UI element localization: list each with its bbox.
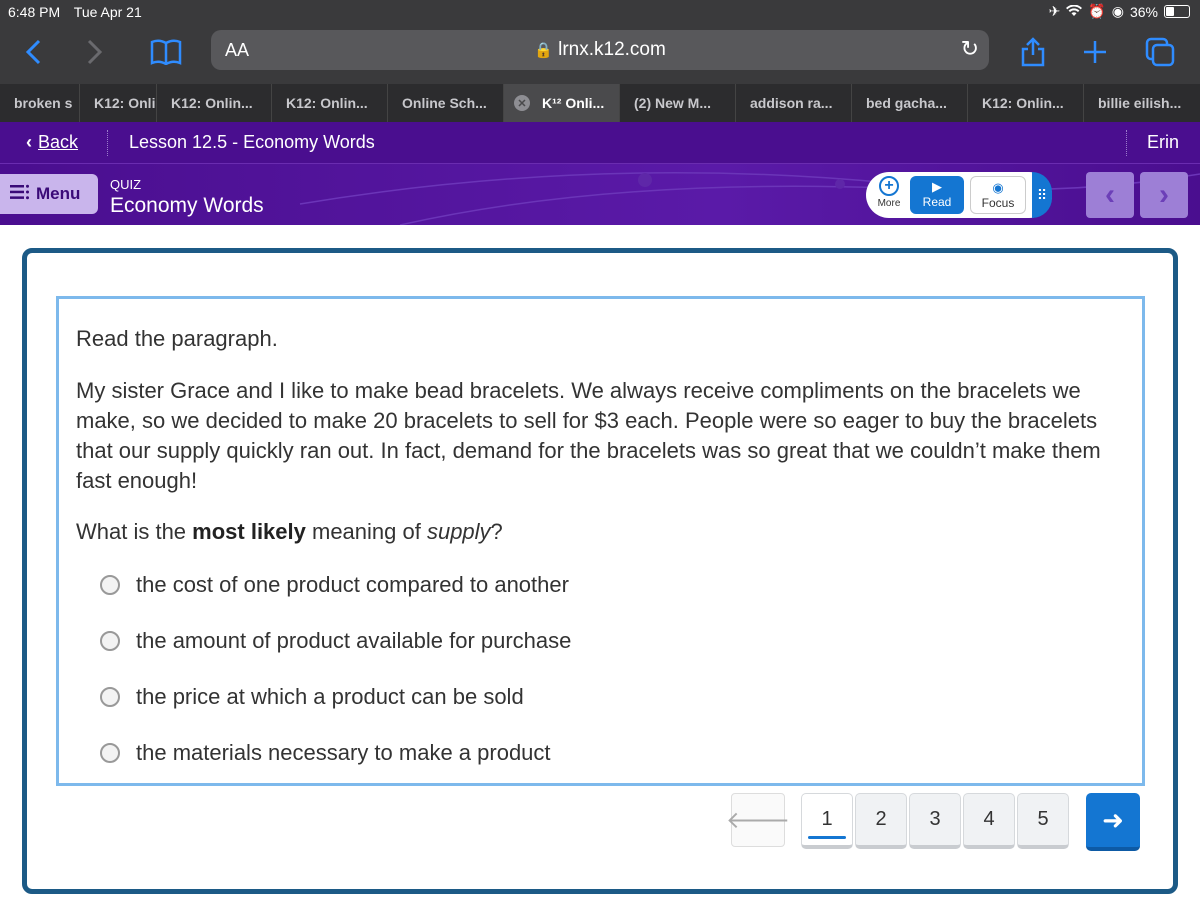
forward-nav-icon[interactable] xyxy=(80,32,110,72)
play-icon: ▶ xyxy=(932,179,942,194)
radio-button[interactable] xyxy=(100,575,120,595)
previous-activity-button[interactable]: ‹ xyxy=(1086,172,1134,218)
browser-tab[interactable]: addison ra... xyxy=(736,84,852,122)
chevron-left-icon: ‹ xyxy=(26,132,32,152)
menu-button[interactable]: Menu xyxy=(0,174,98,214)
browser-tabs: broken s K12: Onli K12: Onlin... K12: On… xyxy=(0,84,1200,122)
passage-text: My sister Grace and I like to make bead … xyxy=(76,378,1101,493)
next-question-button[interactable]: ➜ xyxy=(1086,793,1140,851)
menu-icon xyxy=(10,184,30,205)
address-bar[interactable]: AA 🔒 lrnx.k12.com ↻ xyxy=(211,30,989,70)
browser-tab[interactable]: (2) New M... xyxy=(620,84,736,122)
tabs-overview-icon[interactable] xyxy=(1144,32,1176,72)
radio-button[interactable] xyxy=(100,631,120,651)
browser-tab[interactable]: K12: Onlin... xyxy=(272,84,388,122)
browser-toolbar: AA 🔒 lrnx.k12.com ↻ xyxy=(0,24,1200,84)
reading-tools: + More ▶ Read ◉ Focus ⠿ xyxy=(866,172,1052,218)
browser-tab[interactable]: K12: Onli xyxy=(80,84,157,122)
airplane-icon: ✈ xyxy=(1048,3,1061,19)
next-activity-button[interactable]: › xyxy=(1140,172,1188,218)
chevron-right-icon: › xyxy=(1159,178,1169,211)
browser-tab[interactable]: Online Sch... xyxy=(388,84,504,122)
browser-tab[interactable]: K12: Onlin... xyxy=(968,84,1084,122)
quiz-header: Menu QUIZ Economy Words + More ▶ Read ◉ … xyxy=(0,164,1200,225)
answer-option-label: the cost of one product compared to anot… xyxy=(136,572,569,597)
arrow-left-icon: 🡐 xyxy=(725,807,791,834)
more-button[interactable]: + More xyxy=(874,176,904,209)
bookmarks-icon[interactable] xyxy=(148,32,184,72)
page-button[interactable]: 2 xyxy=(855,793,907,849)
status-time: 6:48 PM xyxy=(8,4,61,20)
eye-icon: ◉ xyxy=(992,180,1004,195)
chevron-left-icon: ‹ xyxy=(1105,178,1115,211)
answer-option[interactable]: the cost of one product compared to anot… xyxy=(100,570,569,600)
answer-option[interactable]: the price at which a product can be sold xyxy=(100,682,524,712)
url-text: lrnx.k12.com xyxy=(558,39,666,60)
menu-label: Menu xyxy=(36,184,81,203)
quiz-type-label: QUIZ xyxy=(110,177,142,192)
back-nav-icon[interactable] xyxy=(18,32,48,72)
share-icon[interactable] xyxy=(1018,32,1048,72)
battery-percent: 36% xyxy=(1129,3,1158,20)
plus-icon: + xyxy=(879,176,899,196)
divider xyxy=(1126,130,1127,156)
read-button[interactable]: ▶ Read xyxy=(910,176,964,214)
alarm-icon: ⏰ xyxy=(1088,3,1106,19)
answer-option[interactable]: the materials necessary to make a produc… xyxy=(100,738,551,768)
browser-tab[interactable]: billie eilish... xyxy=(1084,84,1200,122)
focus-button[interactable]: ◉ Focus xyxy=(970,176,1026,214)
battery-level xyxy=(1166,7,1174,16)
status-bar: 6:48 PM Tue Apr 21 ✈ ⏰ ◉ 36% xyxy=(0,0,1200,24)
divider xyxy=(107,130,108,156)
answer-option-label: the materials necessary to make a produc… xyxy=(136,740,551,765)
page-button[interactable]: 5 xyxy=(1017,793,1069,849)
reload-icon[interactable]: ↻ xyxy=(961,36,979,62)
lesson-bar: ‹ Back Lesson 12.5 - Economy Words Erin xyxy=(0,122,1200,164)
radio-button[interactable] xyxy=(100,687,120,707)
page-button[interactable]: 4 xyxy=(963,793,1015,849)
page-button[interactable]: 3 xyxy=(909,793,961,849)
browser-tab[interactable]: broken s xyxy=(0,84,80,122)
status-date: Tue Apr 21 xyxy=(73,4,142,20)
browser-tab-active[interactable]: ✕ K¹² Onli... xyxy=(504,84,620,122)
browser-tab[interactable]: bed gacha... xyxy=(852,84,968,122)
wifi-icon xyxy=(1066,4,1083,20)
question-prompt: What is the most likely meaning of suppl… xyxy=(76,519,503,544)
orientation-lock-icon: ◉ xyxy=(1111,3,1124,19)
quiz-title: Economy Words xyxy=(110,194,264,217)
user-name[interactable]: Erin xyxy=(1147,132,1179,153)
new-tab-icon[interactable] xyxy=(1080,32,1110,72)
arrow-right-icon: ➜ xyxy=(1102,804,1124,835)
battery-icon xyxy=(1164,5,1190,18)
answer-option-label: the price at which a product can be sold xyxy=(136,684,524,709)
lock-icon: 🔒 xyxy=(534,42,553,59)
close-tab-icon[interactable]: ✕ xyxy=(514,95,530,111)
browser-tab[interactable]: K12: Onlin... xyxy=(157,84,272,122)
instruction-text: Read the paragraph. xyxy=(76,326,278,351)
radio-button[interactable] xyxy=(100,743,120,763)
answer-option-label: the amount of product available for purc… xyxy=(136,628,572,653)
previous-question-button[interactable]: 🡐 xyxy=(726,793,790,847)
answer-option[interactable]: the amount of product available for purc… xyxy=(100,626,571,656)
lesson-title: Lesson 12.5 - Economy Words xyxy=(129,132,375,152)
back-link[interactable]: ‹ Back xyxy=(26,132,78,153)
page-button-current[interactable]: 1 xyxy=(801,793,853,849)
